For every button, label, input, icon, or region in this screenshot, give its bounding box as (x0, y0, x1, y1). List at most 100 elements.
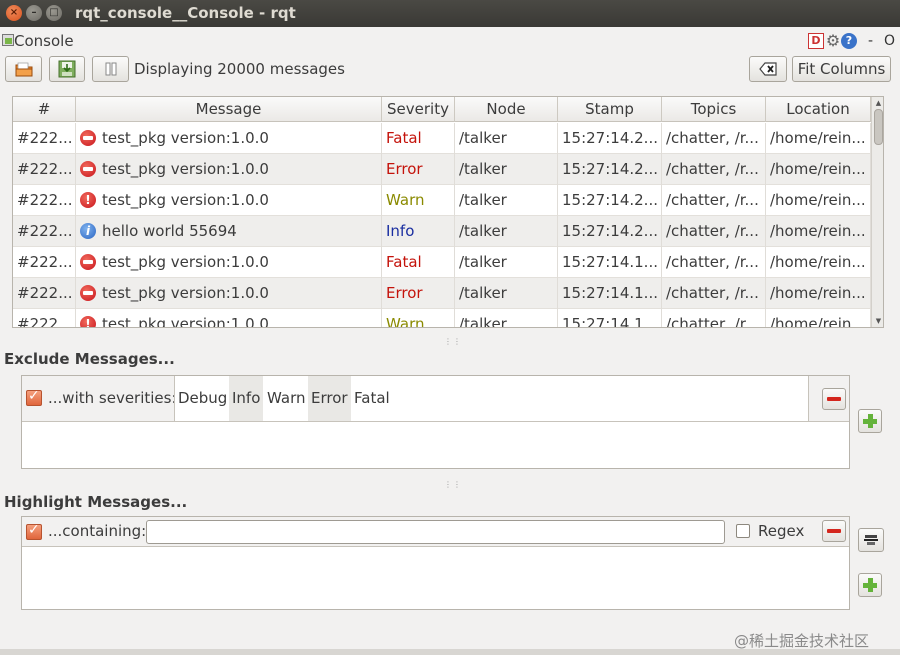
topics-cell: /chatter, /r... (662, 309, 766, 327)
topics-cell: /chatter, /r... (662, 123, 766, 154)
pause-button[interactable] (92, 56, 129, 82)
window-close-button[interactable]: × (6, 5, 22, 21)
table-header: # Message Severity Node Stamp Topics Loc… (13, 97, 871, 122)
severity-option-debug[interactable]: Debug (175, 376, 230, 421)
dock-float-button[interactable]: O (884, 33, 895, 49)
node-cell: /talker (455, 185, 558, 216)
severity-filter-row: ...with severities: Debug Info Warn Erro… (22, 376, 849, 422)
save-button[interactable] (49, 56, 85, 82)
gear-icon[interactable]: ⚙ (824, 32, 842, 50)
regex-checkbox[interactable] (736, 524, 750, 538)
severity-list: Debug Info Warn Error Fatal (174, 376, 809, 421)
help-icon[interactable]: ? (841, 33, 857, 49)
debug-icon[interactable]: D (808, 33, 824, 49)
table-row[interactable]: #222... test_pkg version:1.0.0 Error/talke… (13, 154, 871, 185)
severity-cell: Warn (382, 185, 455, 216)
table-row[interactable]: #222... test_pkg version:1.0.0 Error/talke… (13, 278, 871, 309)
num-cell: #222... (13, 154, 76, 185)
message-cell: test_pkg version:1.0.0 (76, 247, 382, 278)
column-header-stamp[interactable]: Stamp (558, 97, 662, 122)
num-cell: #222... (13, 123, 76, 154)
column-header-severity[interactable]: Severity (382, 97, 455, 122)
highlight-filter-options-button[interactable] (858, 528, 884, 552)
table-scrollbar[interactable]: ▲ ▼ (871, 97, 883, 327)
stamp-cell: 15:27:14.1... (558, 247, 662, 278)
topics-cell: /chatter, /r... (662, 216, 766, 247)
table-row[interactable]: #222... test_pkg version:1.0.0 Warn/talker… (13, 185, 871, 216)
regex-label: Regex (758, 522, 805, 540)
filter-options-icon (864, 535, 878, 545)
message-cell: test_pkg version:1.0.0 (76, 309, 382, 327)
save-icon (58, 60, 76, 78)
severity-cell: Info (382, 216, 455, 247)
text-filter-label: ...containing: (48, 522, 147, 540)
scroll-up-arrow-icon[interactable]: ▲ (873, 98, 883, 108)
node-cell: /talker (455, 309, 558, 327)
text-filter-checkbox[interactable] (26, 522, 42, 540)
severity-cell: Fatal (382, 123, 455, 154)
dock-title: Console (14, 32, 74, 50)
stamp-cell: 15:27:14.1... (558, 309, 662, 327)
splitter-handle-2[interactable]: ⋮⋮ (444, 481, 461, 489)
message-cell: test_pkg version:1.0.0 (76, 123, 382, 154)
location-cell: /home/rein... (766, 247, 871, 278)
table-row[interactable]: #222... test_pkg version:1.0.0 Fatal/talke… (13, 247, 871, 278)
clear-button[interactable] (749, 56, 787, 82)
window-maximize-button[interactable]: □ (46, 5, 62, 21)
node-cell: /talker (455, 123, 558, 154)
error-severity-icon (80, 161, 96, 177)
column-header-number[interactable]: # (13, 97, 76, 122)
message-table[interactable]: # Message Severity Node Stamp Topics Loc… (12, 96, 884, 328)
exclude-filter-list: ...with severities: Debug Info Warn Erro… (21, 375, 850, 469)
severity-option-fatal[interactable]: Fatal (351, 376, 393, 421)
node-cell: /talker (455, 278, 558, 309)
column-header-location[interactable]: Location (766, 97, 871, 122)
remove-exclude-filter-button[interactable] (822, 388, 846, 410)
severity-option-warn[interactable]: Warn (264, 376, 308, 421)
table-row[interactable]: #222... hello world 55694 Info/talker15:27… (13, 216, 871, 247)
error-severity-icon (80, 285, 96, 301)
num-cell: #222... (13, 185, 76, 216)
message-text: test_pkg version:1.0.0 (102, 129, 269, 147)
location-cell: /home/rein... (766, 154, 871, 185)
dock-minimize-button[interactable]: - (868, 33, 873, 49)
stamp-cell: 15:27:14.1... (558, 278, 662, 309)
scroll-down-arrow-icon[interactable]: ▼ (873, 316, 883, 326)
add-highlight-filter-button[interactable] (858, 573, 882, 597)
severity-filter-label: ...with severities: (48, 389, 177, 407)
stamp-cell: 15:27:14.2... (558, 154, 662, 185)
warn-severity-icon (80, 316, 96, 327)
window-minimize-button[interactable]: – (26, 5, 42, 21)
add-exclude-filter-button[interactable] (858, 409, 882, 433)
severity-cell: Warn (382, 309, 455, 327)
fit-columns-button[interactable]: Fit Columns (792, 56, 891, 82)
severity-filter-checkbox[interactable] (26, 388, 42, 406)
open-button[interactable] (5, 56, 42, 82)
message-text: test_pkg version:1.0.0 (102, 284, 269, 302)
column-header-topics[interactable]: Topics (662, 97, 766, 122)
message-cell: hello world 55694 (76, 216, 382, 247)
dock-header: Console D ⚙ ? - O (0, 30, 900, 52)
table-row[interactable]: #222... test_pkg version:1.0.0 Fatal/talke… (13, 123, 871, 154)
fatal-severity-icon (80, 254, 96, 270)
severity-option-info[interactable]: Info (229, 376, 264, 421)
console-plugin-icon (2, 34, 14, 46)
node-cell: /talker (455, 154, 558, 185)
remove-highlight-filter-button[interactable] (822, 520, 846, 542)
warn-severity-icon (80, 192, 96, 208)
window-title-bar: × – □ rqt_console__Console - rqt (0, 0, 900, 27)
fatal-severity-icon (80, 130, 96, 146)
scrollbar-thumb[interactable] (874, 109, 883, 145)
window-title: rqt_console__Console - rqt (75, 4, 296, 22)
severity-cell: Error (382, 154, 455, 185)
highlight-section-title: Highlight Messages... (4, 493, 188, 511)
highlight-text-input[interactable] (146, 520, 725, 544)
watermark-text: @稀土掘金技术社区 (734, 632, 870, 650)
splitter-handle[interactable]: ⋮⋮ (444, 338, 461, 346)
table-row[interactable]: #222... test_pkg version:1.0.0 Warn/talker… (13, 309, 871, 327)
message-cell: test_pkg version:1.0.0 (76, 185, 382, 216)
column-header-node[interactable]: Node (455, 97, 558, 122)
column-header-message[interactable]: Message (76, 97, 382, 122)
severity-option-error[interactable]: Error (308, 376, 351, 421)
message-text: test_pkg version:1.0.0 (102, 160, 269, 178)
